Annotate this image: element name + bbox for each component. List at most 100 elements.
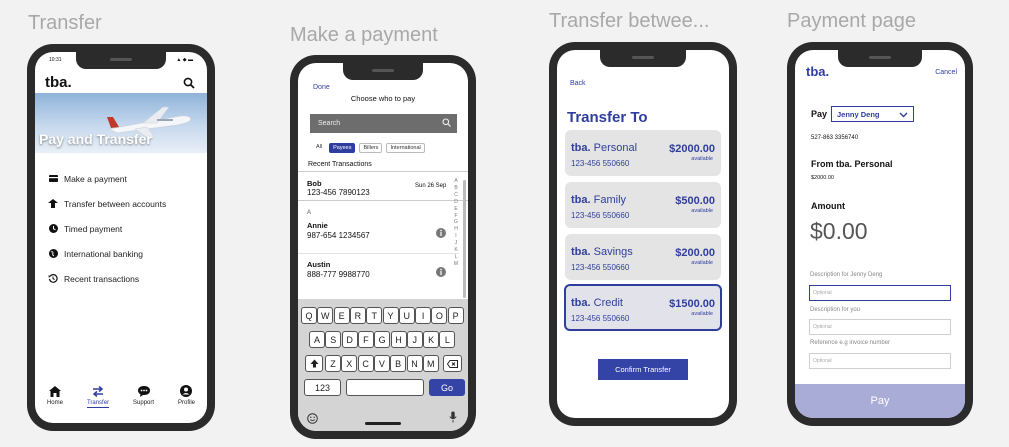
desc-you-field[interactable]: Optional bbox=[809, 319, 951, 335]
scrollbar[interactable] bbox=[463, 180, 466, 298]
confirm-transfer-button[interactable]: Confirm Transfer bbox=[598, 359, 688, 380]
key-k[interactable]: K bbox=[423, 331, 440, 348]
transfer-arrows-icon bbox=[92, 385, 104, 397]
key-x[interactable]: X bbox=[341, 355, 358, 372]
filter-all[interactable]: All bbox=[313, 143, 325, 153]
key-q[interactable]: Q bbox=[301, 307, 317, 324]
key-r[interactable]: R bbox=[349, 307, 366, 324]
search-icon[interactable] bbox=[183, 76, 195, 94]
key-i[interactable]: I bbox=[415, 307, 432, 324]
home-icon bbox=[48, 385, 61, 397]
account-name: tba. Savings bbox=[571, 246, 633, 258]
account-label: Credit bbox=[593, 297, 623, 309]
alphabet-letter[interactable]: H bbox=[452, 226, 460, 233]
menu-item-international[interactable]: International banking bbox=[48, 241, 207, 266]
menu-item-make-payment[interactable]: Make a payment bbox=[48, 166, 207, 191]
account-label: Family bbox=[593, 194, 627, 206]
emoji-icon[interactable] bbox=[307, 411, 318, 429]
account-card-credit[interactable]: tba. Credit 123-456 550660 $1500.00 avai… bbox=[564, 284, 722, 331]
key-f[interactable]: F bbox=[357, 331, 374, 348]
alphabet-index[interactable]: ABCDEFGHIJKLM bbox=[452, 178, 460, 268]
alphabet-letter[interactable]: C bbox=[452, 192, 460, 199]
alphabet-letter[interactable]: E bbox=[452, 206, 460, 213]
account-card-personal[interactable]: tba. Personal 123-456 550660 $2000.00 av… bbox=[565, 130, 721, 176]
amount-label: Amount bbox=[811, 201, 845, 211]
search-input[interactable]: Search bbox=[310, 114, 457, 133]
clock-icon bbox=[48, 224, 58, 234]
tab-home[interactable]: Home bbox=[47, 385, 63, 415]
go-key[interactable]: Go bbox=[429, 379, 465, 396]
account-card-savings[interactable]: tba. Savings 123-456 550660 $200.00 avai… bbox=[565, 234, 721, 280]
contact-row[interactable]: Annie 987-654 1234567 bbox=[298, 219, 458, 245]
key-a[interactable]: A bbox=[309, 331, 325, 348]
tab-profile[interactable]: Profile bbox=[178, 385, 195, 415]
key-m[interactable]: M bbox=[422, 355, 439, 372]
key-b[interactable]: B bbox=[390, 355, 407, 372]
key-p[interactable]: P bbox=[447, 307, 464, 324]
filter-international[interactable]: International bbox=[386, 143, 425, 153]
alphabet-letter[interactable]: D bbox=[452, 199, 460, 206]
account-card-family[interactable]: tba. Family 123-456 550660 $500.00 avail… bbox=[565, 182, 721, 228]
recent-row[interactable]: Bob 123-456 7890123 Sun 26 Sep bbox=[298, 171, 468, 201]
menu-item-label: International banking bbox=[64, 248, 143, 259]
key-n[interactable]: N bbox=[406, 355, 423, 372]
alphabet-letter[interactable]: A bbox=[452, 178, 460, 185]
alphabet-letter[interactable]: I bbox=[452, 233, 460, 240]
alphabet-letter[interactable]: M bbox=[452, 261, 460, 268]
key-s[interactable]: S bbox=[325, 331, 342, 348]
microphone-icon[interactable] bbox=[449, 410, 457, 428]
amount-input[interactable]: $0.00 bbox=[810, 218, 868, 245]
alphabet-letter[interactable]: B bbox=[452, 185, 460, 192]
key-v[interactable]: V bbox=[373, 355, 390, 372]
pay-button[interactable]: Pay bbox=[795, 384, 965, 418]
key-c[interactable]: C bbox=[357, 355, 374, 372]
payee-select[interactable]: Jenny Deng bbox=[831, 106, 914, 122]
key-o[interactable]: O bbox=[431, 307, 448, 324]
backspace-key[interactable] bbox=[443, 355, 462, 372]
key-z[interactable]: Z bbox=[325, 355, 341, 372]
alphabet-letter[interactable]: K bbox=[452, 247, 460, 254]
key-g[interactable]: G bbox=[374, 331, 391, 348]
phone-transfer-between: Back Transfer To tba. Personal 123-456 5… bbox=[549, 42, 737, 426]
key-u[interactable]: U bbox=[398, 307, 415, 324]
info-icon[interactable] bbox=[436, 225, 446, 243]
alphabet-letter[interactable]: G bbox=[452, 219, 460, 226]
filter-payees[interactable]: Payees bbox=[329, 143, 356, 153]
key-j[interactable]: J bbox=[406, 331, 423, 348]
key-w[interactable]: W bbox=[317, 307, 334, 324]
info-icon[interactable] bbox=[436, 264, 446, 282]
menu-item-timed-payment[interactable]: Timed payment bbox=[48, 216, 207, 241]
space-key[interactable] bbox=[346, 379, 424, 396]
key-h[interactable]: H bbox=[390, 331, 407, 348]
menu-item-recent-transactions[interactable]: Recent transactions bbox=[48, 266, 207, 291]
account-number: 123-456 550660 bbox=[571, 159, 630, 168]
contact-row[interactable]: Austin 888-777 9988770 bbox=[298, 253, 458, 279]
filter-billers[interactable]: Billers bbox=[359, 143, 383, 153]
alphabet-letter[interactable]: F bbox=[452, 213, 460, 220]
alphabet-letter[interactable]: L bbox=[452, 254, 460, 261]
back-button[interactable]: Back bbox=[570, 80, 586, 87]
tab-support[interactable]: Support bbox=[133, 385, 154, 415]
key-d[interactable]: D bbox=[341, 331, 358, 348]
reference-field[interactable]: Optional bbox=[809, 353, 951, 369]
contact-name: Annie bbox=[307, 221, 328, 230]
shift-key[interactable] bbox=[305, 355, 323, 372]
done-button[interactable]: Done bbox=[313, 84, 330, 91]
screen-transfer-between: Back Transfer To tba. Personal 123-456 5… bbox=[557, 50, 729, 418]
key-t[interactable]: T bbox=[366, 307, 383, 324]
hero-title: Pay and Transfer bbox=[39, 131, 152, 147]
from-balance: $2000.00 bbox=[811, 175, 834, 181]
tab-transfer[interactable]: Transfer bbox=[86, 385, 110, 415]
key-e[interactable]: E bbox=[333, 307, 350, 324]
app-logo: tba. bbox=[806, 64, 830, 79]
key-l[interactable]: L bbox=[439, 331, 456, 348]
desc-payee-field[interactable]: Optional bbox=[809, 285, 951, 301]
cancel-button[interactable]: Cancel bbox=[935, 69, 957, 76]
tab-label: Transfer bbox=[86, 400, 110, 408]
transfer-icon bbox=[48, 199, 58, 209]
alphabet-letter[interactable]: J bbox=[452, 240, 460, 247]
key-y[interactable]: Y bbox=[382, 307, 399, 324]
menu-item-transfer-between[interactable]: Transfer between accounts bbox=[48, 191, 207, 216]
filter-chips: All Payees Billers International bbox=[313, 143, 425, 153]
numbers-key[interactable]: 123 bbox=[304, 379, 341, 396]
